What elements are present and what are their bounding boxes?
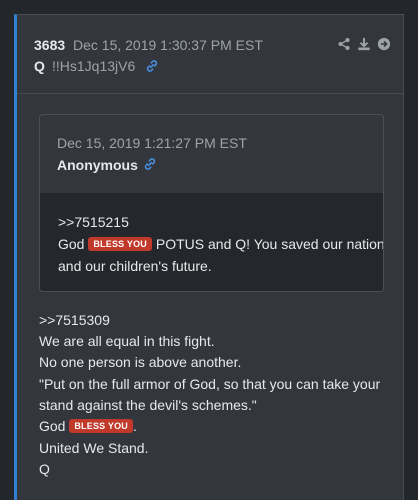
tripcode: !!Hs1Jq13jV6 (52, 58, 136, 74)
post-signature: Q (39, 461, 50, 477)
post-number[interactable]: 3683 (34, 37, 65, 53)
post-actions (337, 37, 391, 51)
post-line: stand against the devil's schemes." (39, 397, 257, 413)
quoted-post-line: and our children's future. (58, 258, 212, 274)
bless-you-badge: BLESS YOU (69, 419, 134, 433)
post-line: We are all equal in this fight. (39, 333, 215, 349)
quoted-post: Dec 15, 2019 1:21:27 PM EST Anonymous >>… (39, 114, 384, 292)
post-ref[interactable]: >>7515309 (39, 312, 110, 328)
quoted-post-line: God BLESS YOU POTUS and Q! You saved our… (58, 236, 384, 252)
link-icon[interactable] (143, 157, 157, 171)
quoted-post-date: Dec 15, 2019 1:21:27 PM EST (57, 135, 247, 151)
post-date: Dec 15, 2019 1:30:37 PM EST (73, 37, 263, 53)
share-icon[interactable] (337, 37, 351, 51)
post-line: United We Stand. (39, 440, 149, 456)
post-line: "Put on the full armor of God, so that y… (39, 376, 381, 392)
post-line: God BLESS YOU. (39, 418, 137, 434)
post-card: 3683 Dec 15, 2019 1:30:37 PM EST Q !!Hs1… (14, 14, 404, 500)
bless-you-badge: BLESS YOU (88, 237, 153, 251)
text: God (58, 236, 85, 252)
link-icon[interactable] (145, 59, 159, 73)
text: . (133, 418, 137, 434)
arrow-right-icon[interactable] (377, 37, 391, 51)
quoted-post-author: Anonymous (57, 157, 138, 173)
post-line: No one person is above another. (39, 354, 242, 370)
quoted-post-header: Dec 15, 2019 1:21:27 PM EST Anonymous (40, 115, 383, 194)
quoted-post-ref[interactable]: >>7515215 (58, 214, 129, 230)
text: God (39, 418, 66, 434)
post-author: Q (34, 58, 45, 74)
download-icon[interactable] (357, 37, 371, 51)
quoted-post-body: >>7515215 God BLESS YOU POTUS and Q! You… (40, 193, 383, 291)
text: POTUS and Q! You saved our nation (155, 236, 384, 252)
post-header: 3683 Dec 15, 2019 1:30:37 PM EST Q !!Hs1… (17, 15, 403, 94)
